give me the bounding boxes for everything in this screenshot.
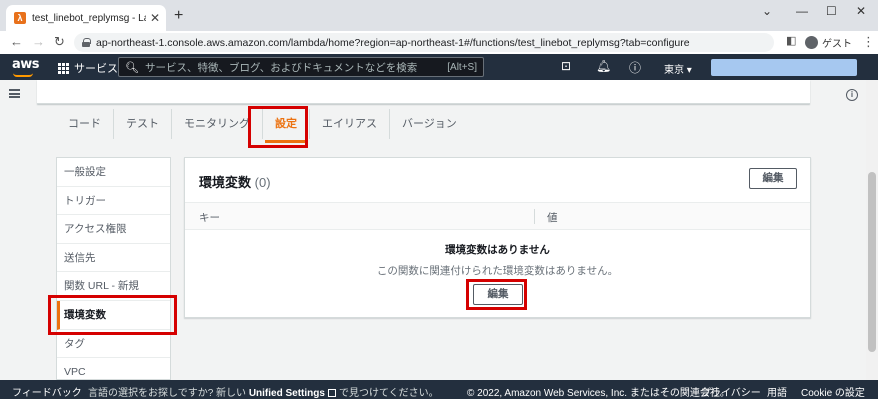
language-notice-suffix: で見つけてください。	[338, 388, 439, 399]
window-close-icon[interactable]: ✕	[856, 4, 866, 18]
external-link-icon	[327, 389, 336, 397]
terms-link[interactable]: 用語	[767, 384, 787, 399]
browser-tab-title: test_linebot_replymsg - Lambda	[32, 12, 146, 24]
tab-test[interactable]: テスト	[114, 109, 172, 139]
cookie-settings-link[interactable]: Cookie の設定	[801, 384, 865, 399]
function-tabs: コード テスト モニタリング 設定 エイリアス バージョン	[56, 109, 469, 143]
lambda-favicon-icon: λ	[14, 12, 26, 24]
side-item-general[interactable]: 一般設定	[57, 158, 170, 187]
maximize-icon[interactable]: ☐	[826, 4, 837, 18]
minimize-icon[interactable]: —	[796, 4, 808, 18]
feedback-link[interactable]: フィードバック	[12, 384, 82, 399]
aws-logo-smile-icon	[13, 73, 33, 77]
column-value: 値	[547, 212, 558, 224]
side-item-permissions[interactable]: アクセス権限	[57, 215, 170, 244]
env-count: (0)	[254, 175, 271, 190]
environment-variables-panel: 環境変数 (0) 編集 キー 値 環境変数はありません この関数に関連付けられた…	[184, 157, 811, 318]
privacy-link[interactable]: プライバシー	[701, 384, 761, 399]
lock-icon	[82, 38, 91, 47]
sidepanel-icon[interactable]: ◧	[786, 34, 796, 47]
empty-state-description: この関数に関連付けられた環境変数はありません。	[376, 265, 619, 277]
region-selector[interactable]: 東京 ▾	[664, 61, 692, 76]
profile-button[interactable]: ゲスト	[805, 35, 852, 50]
grid-icon	[58, 62, 69, 74]
bell-icon[interactable]: 🔔︎	[596, 59, 611, 73]
table-header: キー 値	[185, 202, 810, 230]
tab-close-icon[interactable]: ✕	[150, 11, 160, 25]
aws-logo[interactable]: aws	[12, 57, 40, 72]
panel-title-text: 環境変数	[199, 175, 252, 190]
copyright-text: © 2022, Amazon Web Services, Inc. またはその関…	[467, 388, 730, 399]
hamburger-menu-icon[interactable]	[9, 89, 20, 98]
forward-icon[interactable]: →	[32, 34, 45, 49]
back-icon[interactable]: ←	[10, 34, 23, 49]
unified-settings-link[interactable]: Unified Settings	[249, 388, 325, 399]
search-input[interactable]: 🔍︎ サービス、特徴、ブログ、およびドキュメントなどを検索 [Alt+S]	[118, 57, 484, 77]
panel-title: 環境変数 (0)	[199, 172, 271, 191]
side-item-environment-variables[interactable]: 環境変数	[57, 300, 170, 330]
column-key: キー	[199, 212, 220, 224]
language-notice: 言語の選択をお探しですか? 新しい Unified Settings で見つけてく…	[88, 384, 439, 399]
left-rail	[0, 80, 28, 380]
tab-aliases[interactable]: エイリアス	[310, 109, 390, 139]
tab-search-chevron-icon[interactable]: ⌄	[762, 4, 772, 18]
help-icon[interactable]: ⓘ	[629, 59, 641, 76]
function-overview-card	[37, 80, 810, 104]
account-menu[interactable]	[711, 59, 857, 76]
search-shortcut: [Alt+S]	[447, 61, 477, 73]
edit-button[interactable]: 編集	[749, 168, 797, 189]
side-item-tags[interactable]: タグ	[57, 330, 170, 359]
tab-code[interactable]: コード	[56, 109, 114, 139]
url-text: ap-northeast-1.console.aws.amazon.com/la…	[96, 36, 690, 49]
browser-menu-icon[interactable]: ⋮	[862, 34, 875, 50]
avatar	[805, 36, 818, 49]
tab-configuration[interactable]: 設定	[263, 109, 310, 143]
scrollbar-thumb[interactable]	[868, 172, 876, 352]
empty-state-title: 環境変数はありません	[445, 244, 550, 256]
side-item-destinations[interactable]: 送信先	[57, 244, 170, 273]
cloudshell-icon[interactable]: ⊡	[561, 59, 571, 73]
empty-state-edit-button[interactable]: 編集	[473, 284, 523, 305]
services-menu-button[interactable]: サービス	[58, 60, 118, 76]
search-placeholder: サービス、特徴、ブログ、およびドキュメントなどを検索	[144, 61, 418, 74]
page-scrollbar[interactable]	[866, 80, 878, 380]
side-item-triggers[interactable]: トリガー	[57, 187, 170, 216]
search-icon: 🔍︎	[125, 61, 139, 74]
config-side-menu: 一般設定 トリガー アクセス権限 送信先 関数 URL - 新規 環境変数 タグ…	[56, 157, 171, 387]
url-field[interactable]: ap-northeast-1.console.aws.amazon.com/la…	[74, 33, 774, 52]
tab-versions[interactable]: バージョン	[390, 109, 469, 139]
new-tab-icon[interactable]: +	[174, 7, 183, 25]
aws-footer: フィードバック 言語の選択をお探しですか? 新しい Unified Settin…	[0, 380, 878, 399]
language-notice-prefix: 言語の選択をお探しですか? 新しい	[88, 388, 247, 399]
browser-tab-bar: λ test_linebot_replymsg - Lambda ✕ + ⌄ —…	[0, 0, 878, 31]
address-bar: ← → ↻ ap-northeast-1.console.aws.amazon.…	[0, 31, 878, 54]
services-label: サービス	[74, 63, 118, 75]
browser-tab[interactable]: λ test_linebot_replymsg - Lambda ✕	[6, 5, 166, 31]
reload-icon[interactable]: ↻	[54, 34, 65, 50]
side-item-function-url[interactable]: 関数 URL - 新規	[57, 272, 170, 301]
aws-top-nav: aws サービス 🔍︎ サービス、特徴、ブログ、およびドキュメントなどを検索 […	[0, 54, 878, 80]
tab-monitoring[interactable]: モニタリング	[172, 109, 263, 139]
profile-label: ゲスト	[822, 39, 852, 50]
info-icon[interactable]: i	[846, 89, 858, 101]
column-divider	[534, 209, 535, 224]
